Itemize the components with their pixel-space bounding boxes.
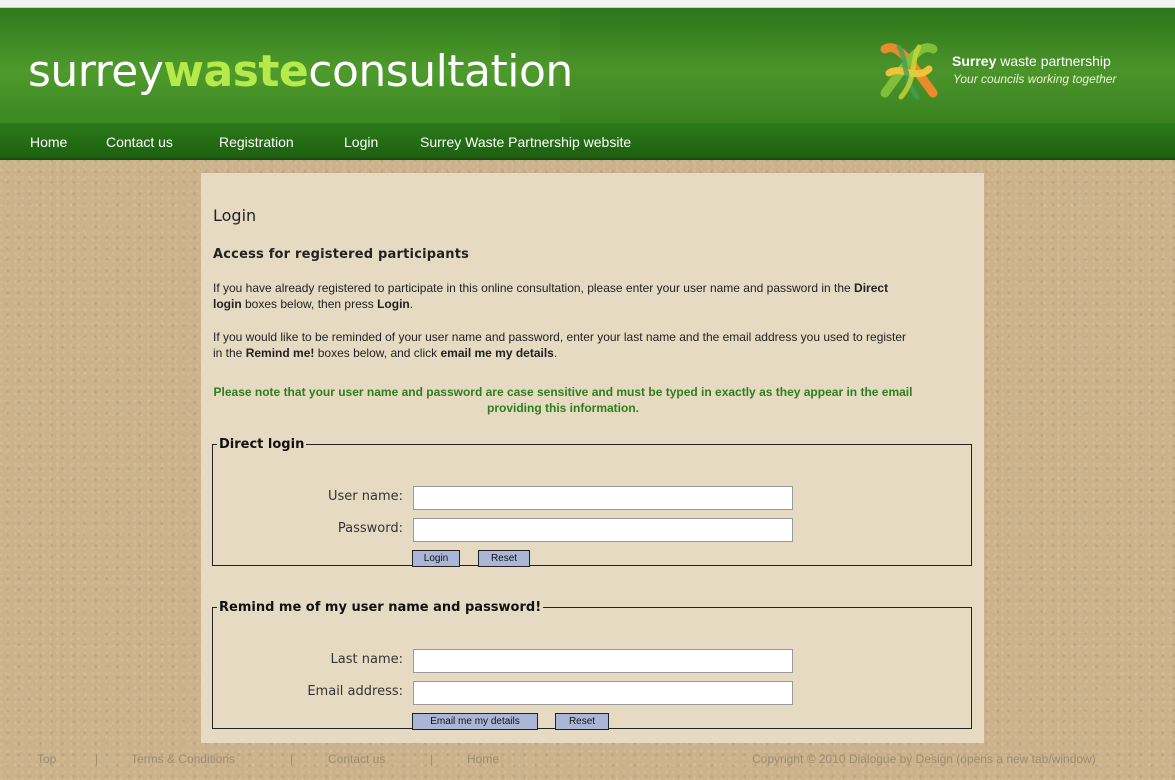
- remind-fieldset: Remind me of my user name and password! …: [212, 600, 972, 730]
- remind-reset-button[interactable]: Reset: [555, 713, 609, 730]
- footer-contact-link[interactable]: Contact us: [328, 752, 385, 766]
- footer-home-link[interactable]: Home: [467, 752, 499, 766]
- site-title-part2: waste: [163, 46, 309, 97]
- password-input[interactable]: [413, 518, 793, 542]
- case-sensitive-note: Please note that your user name and pass…: [213, 385, 913, 415]
- nav-login[interactable]: Login: [344, 134, 378, 150]
- partner-name-bold: Surrey: [952, 53, 997, 69]
- nav-home[interactable]: Home: [30, 134, 67, 150]
- footer-separator: |: [290, 752, 294, 766]
- para2-end: .: [553, 346, 558, 360]
- email-me-details-button[interactable]: Email me my details: [412, 713, 538, 730]
- nav-registration[interactable]: Registration: [219, 134, 294, 150]
- direct-login-legend: Direct login: [219, 437, 305, 452]
- para1-end: .: [409, 297, 414, 311]
- remind-legend: Remind me of my user name and password!: [219, 600, 542, 615]
- site-title-part1: surrey: [28, 46, 164, 97]
- footer-separator: |: [95, 752, 99, 766]
- email-label: Email address:: [307, 684, 403, 699]
- login-reset-button[interactable]: Reset: [478, 550, 530, 567]
- site-title[interactable]: surreywasteconsultation: [28, 46, 573, 97]
- lastname-label: Last name:: [330, 652, 403, 667]
- lastname-input[interactable]: [413, 649, 793, 673]
- site-header: surreywasteconsultation Surrey waste par…: [0, 8, 1175, 123]
- username-label: User name:: [327, 489, 403, 504]
- direct-login-fieldset: Direct login User name: Password: Login …: [212, 437, 972, 567]
- para2-remind-me: Remind me!: [245, 346, 315, 360]
- email-input[interactable]: [413, 681, 793, 705]
- nav-partnership-website[interactable]: Surrey Waste Partnership website: [420, 134, 631, 150]
- intro-paragraph-login: If you have already registered to partic…: [213, 280, 913, 312]
- footer-separator: |: [430, 752, 434, 766]
- partnership-logo-icon[interactable]: [877, 39, 941, 103]
- username-input[interactable]: [413, 486, 793, 510]
- page-subtitle: Access for registered participants: [213, 247, 470, 262]
- password-label: Password:: [337, 521, 403, 536]
- footer-top-link[interactable]: Top: [37, 752, 56, 766]
- site-footer: Top | Terms & Conditions | Contact us | …: [0, 752, 1175, 774]
- partner-name-rest: waste partnership: [996, 53, 1111, 69]
- partner-tagline: Your councils working together: [953, 72, 1117, 86]
- page-title: Login: [213, 206, 257, 225]
- para1-text: If you have already registered to partic…: [213, 281, 855, 295]
- footer-terms-link[interactable]: Terms & Conditions: [131, 752, 235, 766]
- login-button[interactable]: Login: [412, 550, 460, 567]
- content-panel: Login Access for registered participants…: [201, 173, 984, 743]
- main-nav: Home Contact us Registration Login Surre…: [0, 123, 1175, 160]
- para2-text-2: boxes below, and click: [314, 346, 441, 360]
- browser-top-line: [0, 0, 1175, 8]
- site-title-part3: consultation: [308, 46, 573, 97]
- para1-text-2: boxes below, then press: [241, 297, 378, 311]
- footer-copyright-link[interactable]: Copyright © 2010 Dialogue by Design (ope…: [752, 752, 1096, 766]
- intro-paragraph-remind: If you would like to be reminded of your…: [213, 329, 913, 361]
- para1-login: Login: [377, 297, 410, 311]
- partner-name: Surrey waste partnership: [952, 53, 1111, 69]
- nav-contact-us[interactable]: Contact us: [106, 134, 173, 150]
- para2-email-me: email me my details: [440, 346, 554, 360]
